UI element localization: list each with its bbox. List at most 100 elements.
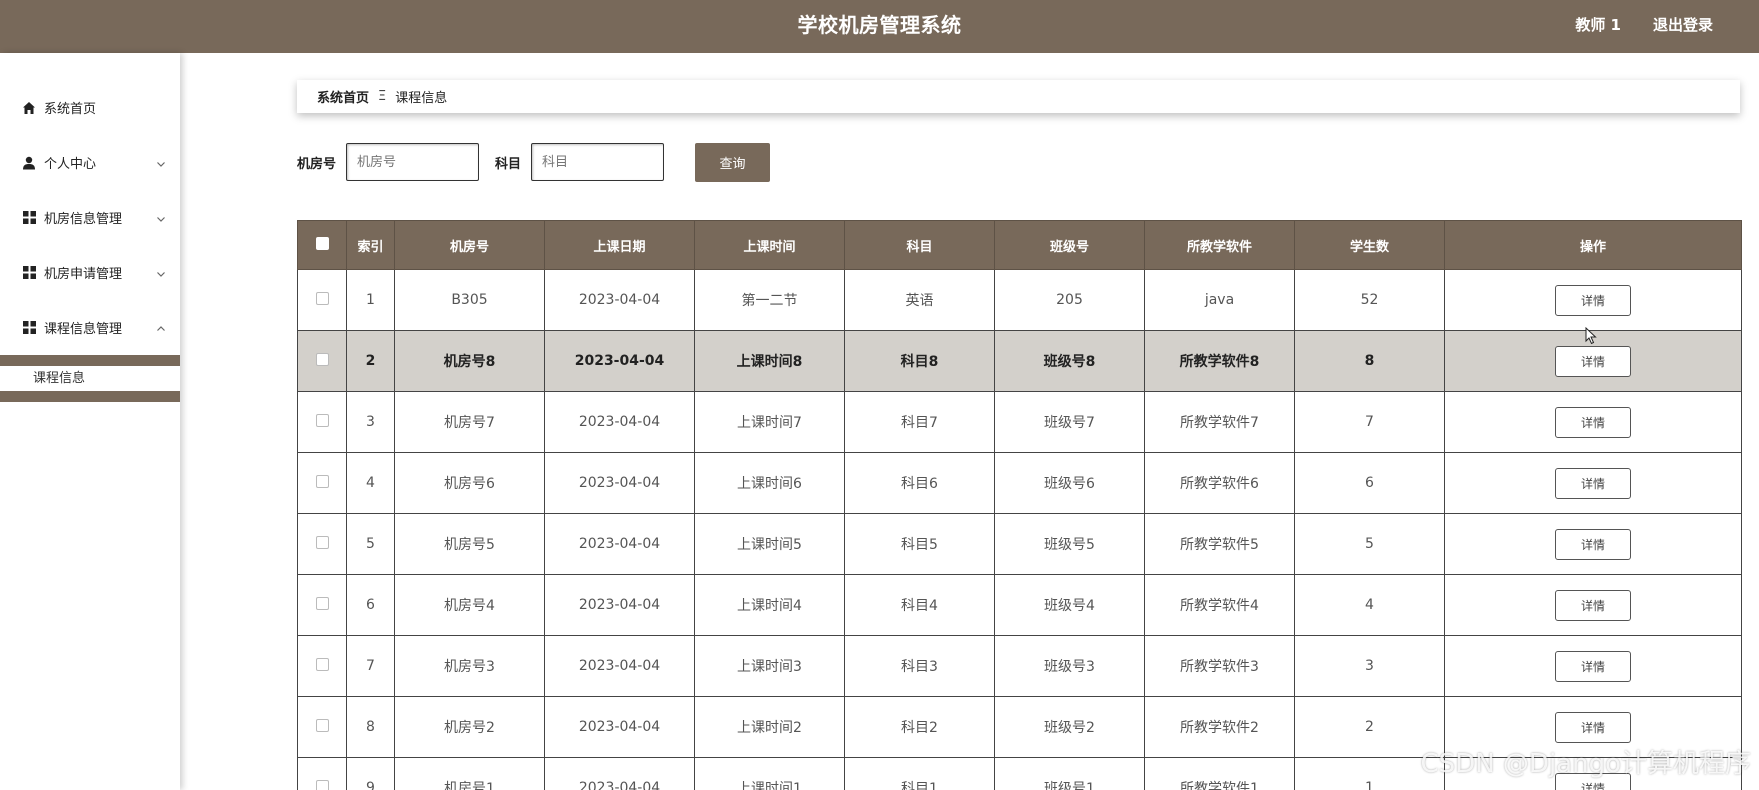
submenu-divider (0, 355, 180, 366)
chevron-down-icon[interactable] (156, 213, 166, 223)
row-checkbox[interactable] (315, 657, 329, 671)
grid-icon (22, 321, 36, 335)
cell-date: 2023-04-04 (544, 635, 695, 697)
home-icon (22, 101, 36, 115)
cell-actions: 详情 (1444, 269, 1742, 331)
sidebar-item-personal-center[interactable]: 个人中心 (0, 135, 180, 190)
cell-index: 5 (346, 513, 395, 575)
detail-button[interactable]: 详情 (1555, 345, 1631, 377)
cell-software: 所教学软件2 (1144, 696, 1295, 758)
cell-time: 上课时间1 (694, 757, 845, 790)
detail-button[interactable]: 详情 (1555, 589, 1631, 621)
row-checkbox[interactable] (315, 352, 329, 366)
search-button[interactable]: 查询 (695, 142, 771, 182)
room-search-input[interactable] (346, 143, 480, 181)
select-all-checkbox[interactable] (315, 236, 329, 250)
cell-students: 5 (1294, 513, 1445, 575)
cell-students: 3 (1294, 635, 1445, 697)
subject-label: 科目 (495, 156, 522, 172)
sidebar-item-home[interactable]: 系统首页 (0, 80, 180, 135)
checkbox-cell (297, 330, 347, 392)
row-checkbox[interactable] (315, 474, 329, 488)
row-checkbox[interactable] (315, 596, 329, 610)
detail-button[interactable]: 详情 (1555, 406, 1631, 438)
sidebar: 系统首页 个人中心 机房信息管理 机房申请管理 课程信息管理 课程信息 (0, 53, 180, 790)
checkbox-cell (297, 574, 347, 636)
app-title: 学校机房管理系统 (797, 13, 962, 37)
row-checkbox[interactable] (315, 779, 329, 790)
sidebar-item-course-info[interactable]: 课程信息管理 (0, 300, 180, 355)
row-checkbox[interactable] (315, 535, 329, 549)
grid-icon (22, 211, 36, 225)
course-table-container: 索引 机房号 上课日期 上课时间 科目 班级号 所教学软件 学生数 操作 1 B… (297, 220, 1742, 790)
table-row[interactable]: 5 机房号5 2023-04-04 上课时间5 科目5 班级号5 所教学软件5 … (297, 513, 1742, 575)
cell-subject: 科目8 (844, 330, 995, 392)
sidebar-item-room-application[interactable]: 机房申请管理 (0, 245, 180, 300)
chevron-down-icon[interactable] (156, 158, 166, 168)
column-header: 操作 (1444, 220, 1742, 270)
cell-index: 2 (346, 330, 395, 392)
sidebar-item-label: 个人中心 (44, 157, 97, 172)
cell-index: 4 (346, 452, 395, 514)
room-label: 机房号 (297, 156, 337, 172)
checkbox-cell (297, 513, 347, 575)
chevron-down-icon[interactable] (156, 268, 166, 278)
breadcrumb: 系统首页 Ξ 课程信息 (297, 80, 1740, 113)
cell-time: 上课时间8 (694, 330, 845, 392)
row-checkbox[interactable] (315, 291, 329, 305)
current-user[interactable]: 教师 1 (1575, 0, 1621, 50)
sidebar-item-label: 机房信息管理 (44, 212, 123, 227)
cell-class: 班级号1 (994, 757, 1145, 790)
search-bar: 机房号 科目 查询 (297, 142, 771, 182)
cell-class: 班级号3 (994, 635, 1145, 697)
cell-software: 所教学软件5 (1144, 513, 1295, 575)
table-row[interactable]: 3 机房号7 2023-04-04 上课时间7 科目7 班级号7 所教学软件7 … (297, 391, 1742, 453)
row-checkbox[interactable] (315, 718, 329, 732)
cell-students: 7 (1294, 391, 1445, 453)
logout-link[interactable]: 退出登录 (1653, 0, 1713, 50)
detail-button[interactable]: 详情 (1555, 467, 1631, 499)
table-row[interactable]: 2 机房号8 2023-04-04 上课时间8 科目8 班级号8 所教学软件8 … (297, 330, 1742, 392)
detail-button[interactable]: 详情 (1555, 284, 1631, 316)
cell-subject: 科目1 (844, 757, 995, 790)
table-row[interactable]: 1 B305 2023-04-04 第一二节 英语 205 java 52 详情 (297, 269, 1742, 331)
cell-room: 机房号5 (394, 513, 545, 575)
cell-class: 班级号7 (994, 391, 1145, 453)
cell-time: 上课时间4 (694, 574, 845, 636)
cell-subject: 科目2 (844, 696, 995, 758)
cell-time: 第一二节 (694, 269, 845, 331)
cell-index: 6 (346, 574, 395, 636)
breadcrumb-current: 课程信息 (395, 91, 448, 106)
submenu-item-course-info[interactable]: 课程信息 (0, 366, 180, 391)
mouse-cursor-icon (1585, 327, 1597, 345)
detail-button[interactable]: 详情 (1555, 650, 1631, 682)
table-row[interactable]: 6 机房号4 2023-04-04 上课时间4 科目4 班级号4 所教学软件4 … (297, 574, 1742, 636)
row-checkbox[interactable] (315, 413, 329, 427)
cell-index: 1 (346, 269, 395, 331)
sidebar-item-room-info[interactable]: 机房信息管理 (0, 190, 180, 245)
detail-button[interactable]: 详情 (1555, 711, 1631, 743)
cell-class: 班级号2 (994, 696, 1145, 758)
breadcrumb-home[interactable]: 系统首页 (317, 87, 369, 106)
table-row[interactable]: 4 机房号6 2023-04-04 上课时间6 科目6 班级号6 所教学软件6 … (297, 452, 1742, 514)
cell-software: 所教学软件3 (1144, 635, 1295, 697)
cell-students: 4 (1294, 574, 1445, 636)
cell-subject: 英语 (844, 269, 995, 331)
cell-time: 上课时间5 (694, 513, 845, 575)
checkbox-cell (297, 696, 347, 758)
column-header: 科目 (844, 220, 995, 270)
cell-subject: 科目7 (844, 391, 995, 453)
user-icon (22, 156, 36, 170)
cell-room: 机房号4 (394, 574, 545, 636)
cell-index: 8 (346, 696, 395, 758)
cell-class: 班级号6 (994, 452, 1145, 514)
column-header: 索引 (346, 220, 395, 270)
cell-time: 上课时间7 (694, 391, 845, 453)
table-row[interactable]: 7 机房号3 2023-04-04 上课时间3 科目3 班级号3 所教学软件3 … (297, 635, 1742, 697)
chevron-up-icon[interactable] (156, 323, 166, 333)
subject-search-input[interactable] (531, 143, 665, 181)
cell-date: 2023-04-04 (544, 452, 695, 514)
column-header: 班级号 (994, 220, 1145, 270)
detail-button[interactable]: 详情 (1555, 528, 1631, 560)
watermark: CSDN @Django计算机程序 (1420, 749, 1751, 779)
